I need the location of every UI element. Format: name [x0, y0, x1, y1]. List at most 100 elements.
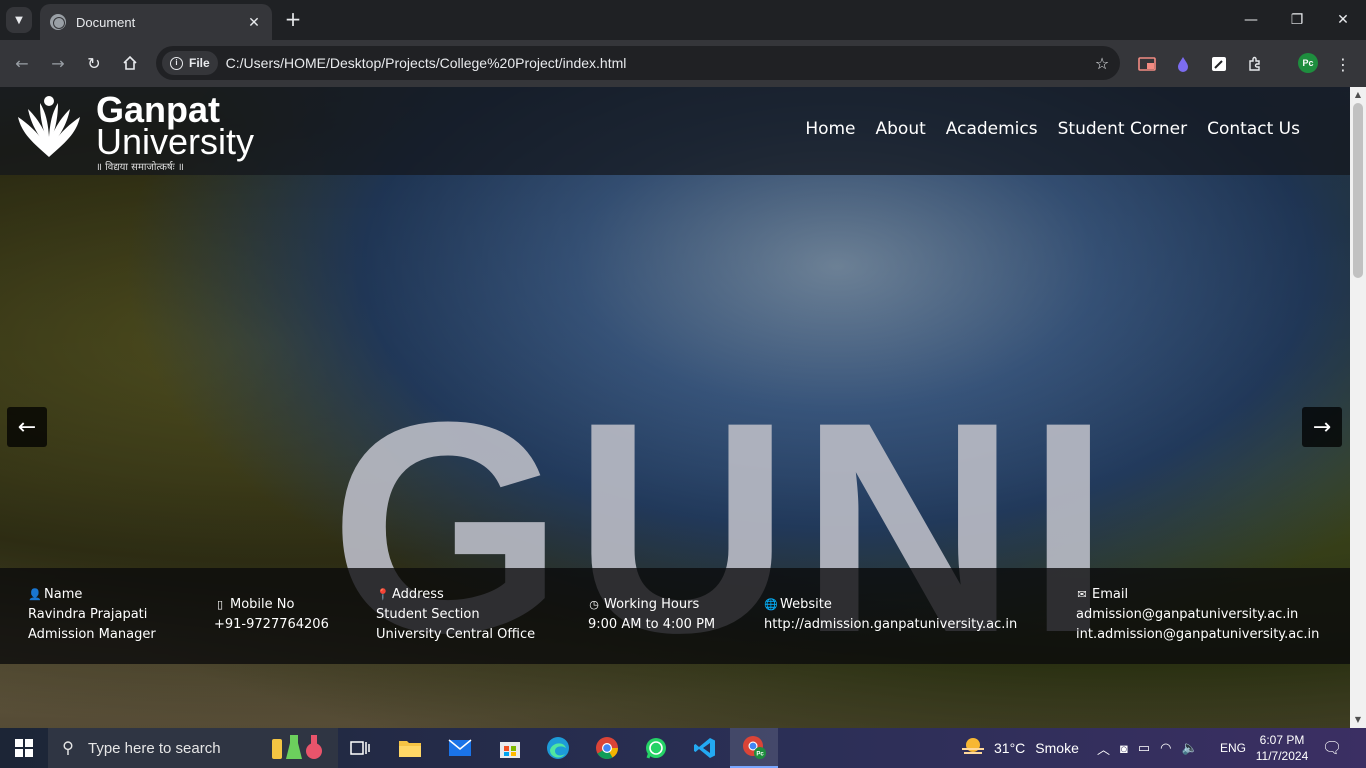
clock-time: 6:07 PM: [1259, 733, 1305, 747]
weather-haze-icon: [960, 737, 986, 760]
back-button[interactable]: ←: [10, 51, 34, 75]
kebab-menu-icon[interactable]: ⋮: [1332, 53, 1354, 75]
task-view-icon: [350, 741, 370, 755]
taskbar-search-input[interactable]: ⚲ Type here to search: [48, 728, 338, 768]
contact-name-role: Admission Manager: [28, 627, 156, 642]
contact-address-line1: Student Section: [376, 607, 480, 622]
arrow-right-icon: →: [1312, 414, 1332, 440]
restore-icon: ❐: [1290, 12, 1304, 28]
contact-email-primary[interactable]: admission@ganpatuniversity.ac.in: [1076, 605, 1319, 625]
nav-about[interactable]: About: [876, 119, 926, 139]
minimize-button[interactable]: —: [1228, 0, 1274, 40]
contact-hours-block: ◷ Working Hours 9:00 AM to 4:00 PM: [588, 595, 715, 635]
contact-website-heading: Website: [780, 597, 832, 612]
contact-email-intl[interactable]: int.admission@ganpatuniversity.ac.in: [1076, 625, 1319, 645]
taskbar-vscode[interactable]: [681, 728, 729, 768]
nav-academics[interactable]: Academics: [946, 119, 1038, 139]
clock-date: 11/7/2024: [1255, 749, 1309, 763]
close-icon: ✕: [1337, 12, 1349, 28]
university-logo-icon[interactable]: [16, 95, 82, 157]
envelope-icon: ✉: [1077, 588, 1087, 601]
contact-mobile-block: ▯ Mobile No +91-9727764206: [214, 595, 329, 635]
chrome-icon: [596, 737, 618, 759]
taskbar-mail[interactable]: [436, 728, 484, 768]
contact-website-block: 🌐 Website http://admission.ganpatuniversi…: [764, 595, 1017, 635]
close-window-button[interactable]: ✕: [1320, 0, 1366, 40]
globe-icon: [50, 14, 66, 30]
task-view-button[interactable]: [336, 728, 384, 768]
windows-taskbar: ⚲ Type here to search Pc 31°C Smoke ︿ ◙ …: [0, 728, 1366, 768]
page-scrollbar[interactable]: ▲ ▼: [1350, 87, 1366, 728]
scroll-down-icon[interactable]: ▼: [1350, 712, 1366, 728]
vscode-icon: [694, 738, 715, 758]
profile-avatar[interactable]: Pc: [1298, 53, 1318, 73]
restore-button[interactable]: ❐: [1274, 0, 1320, 40]
user-icon: 👤: [28, 588, 42, 601]
new-tab-button[interactable]: +: [282, 8, 304, 30]
chevron-down-icon: ▼: [15, 14, 23, 26]
carousel-next-button[interactable]: →: [1302, 407, 1342, 447]
store-icon: [500, 742, 520, 758]
browser-tab[interactable]: Document ✕: [40, 4, 272, 40]
scrollbar-thumb[interactable]: [1353, 103, 1363, 278]
nav-contact-us[interactable]: Contact Us: [1207, 119, 1300, 139]
scroll-up-icon[interactable]: ▲: [1350, 87, 1366, 103]
taskbar-clock[interactable]: 6:07 PM 11/7/2024: [1252, 732, 1312, 764]
info-icon: i: [170, 56, 183, 70]
whatsapp-icon: [646, 738, 666, 759]
site-nav-menu: Home About Academics Student Corner Cont…: [805, 119, 1300, 139]
arrow-left-icon: ←: [17, 414, 37, 440]
tab-search-button[interactable]: ▼: [6, 7, 32, 33]
volume-icon[interactable]: 🔈: [1182, 740, 1198, 756]
tab-close-button[interactable]: ✕: [246, 14, 262, 31]
weather-widget[interactable]: 31°C Smoke: [960, 728, 1079, 768]
start-button[interactable]: [0, 728, 48, 768]
arrow-left-icon: ←: [15, 53, 29, 73]
chevron-up-icon[interactable]: ︿: [1097, 739, 1110, 758]
contact-address-line2: University Central Office: [376, 627, 536, 642]
cast-icon[interactable]: [1136, 53, 1158, 75]
science-flasks-icon: [268, 731, 324, 765]
contact-hours-value: 9:00 AM to 4:00 PM: [588, 617, 716, 632]
reload-button[interactable]: ↻: [82, 51, 106, 75]
taskbar-chrome[interactable]: [583, 728, 631, 768]
contact-info-bar: 👤 Name Ravindra Prajapati Admission Manag…: [0, 568, 1350, 664]
windows-logo-icon: [15, 739, 33, 757]
reload-icon: ↻: [87, 53, 101, 73]
carousel-prev-button[interactable]: ←: [7, 407, 47, 447]
eyedropper-icon[interactable]: [1208, 53, 1230, 75]
taskbar-edge[interactable]: [534, 728, 582, 768]
home-button[interactable]: [118, 51, 142, 75]
nav-student-corner[interactable]: Student Corner: [1058, 119, 1188, 139]
nav-home[interactable]: Home: [805, 119, 855, 139]
browser-toolbar: ← → ↻ i File C:/Users/HOME/Desktop/Projec…: [0, 40, 1366, 87]
contact-mobile-heading: Mobile No: [230, 597, 295, 612]
camera-icon[interactable]: ◙: [1120, 741, 1128, 756]
extension-drop-icon[interactable]: [1172, 53, 1194, 75]
battery-icon[interactable]: ▭: [1138, 740, 1150, 756]
contact-mobile-value: +91-9727764206: [214, 617, 329, 632]
contact-name-block: 👤 Name Ravindra Prajapati Admission Manag…: [28, 585, 156, 645]
page-viewport: GUNI Ganpat University ॥ विद्यया समाजोत्…: [0, 87, 1350, 728]
contact-hours-heading: Working Hours: [604, 597, 700, 612]
tab-strip: ▼ Document ✕ + — ❐ ✕: [0, 0, 1366, 40]
address-bar[interactable]: i File C:/Users/HOME/Desktop/Projects/Col…: [156, 46, 1120, 80]
language-indicator[interactable]: ENG: [1220, 728, 1246, 768]
taskbar-whatsapp[interactable]: [632, 728, 680, 768]
forward-button[interactable]: →: [46, 51, 70, 75]
taskbar-store[interactable]: [486, 728, 534, 768]
taskbar-chrome-profile-active[interactable]: Pc: [730, 728, 778, 768]
svg-text:Pc: Pc: [756, 752, 764, 758]
weather-description: Smoke: [1035, 740, 1079, 756]
notification-center-icon[interactable]: 🗨: [1322, 728, 1342, 768]
system-tray-icons: ︿ ◙ ▭ ◠ 🔈: [1097, 728, 1198, 768]
home-icon: [123, 55, 137, 70]
wifi-icon[interactable]: ◠: [1160, 740, 1171, 756]
site-info-chip[interactable]: i File: [162, 51, 218, 75]
chip-label: File: [189, 56, 210, 70]
bookmark-star-icon[interactable]: ☆: [1084, 54, 1120, 73]
contact-website-link[interactable]: http://admission.ganpatuniversity.ac.in: [764, 615, 1017, 635]
taskbar-file-explorer[interactable]: [386, 728, 434, 768]
url-text[interactable]: C:/Users/HOME/Desktop/Projects/College%2…: [226, 55, 1084, 71]
extensions-puzzle-icon[interactable]: [1244, 53, 1266, 75]
